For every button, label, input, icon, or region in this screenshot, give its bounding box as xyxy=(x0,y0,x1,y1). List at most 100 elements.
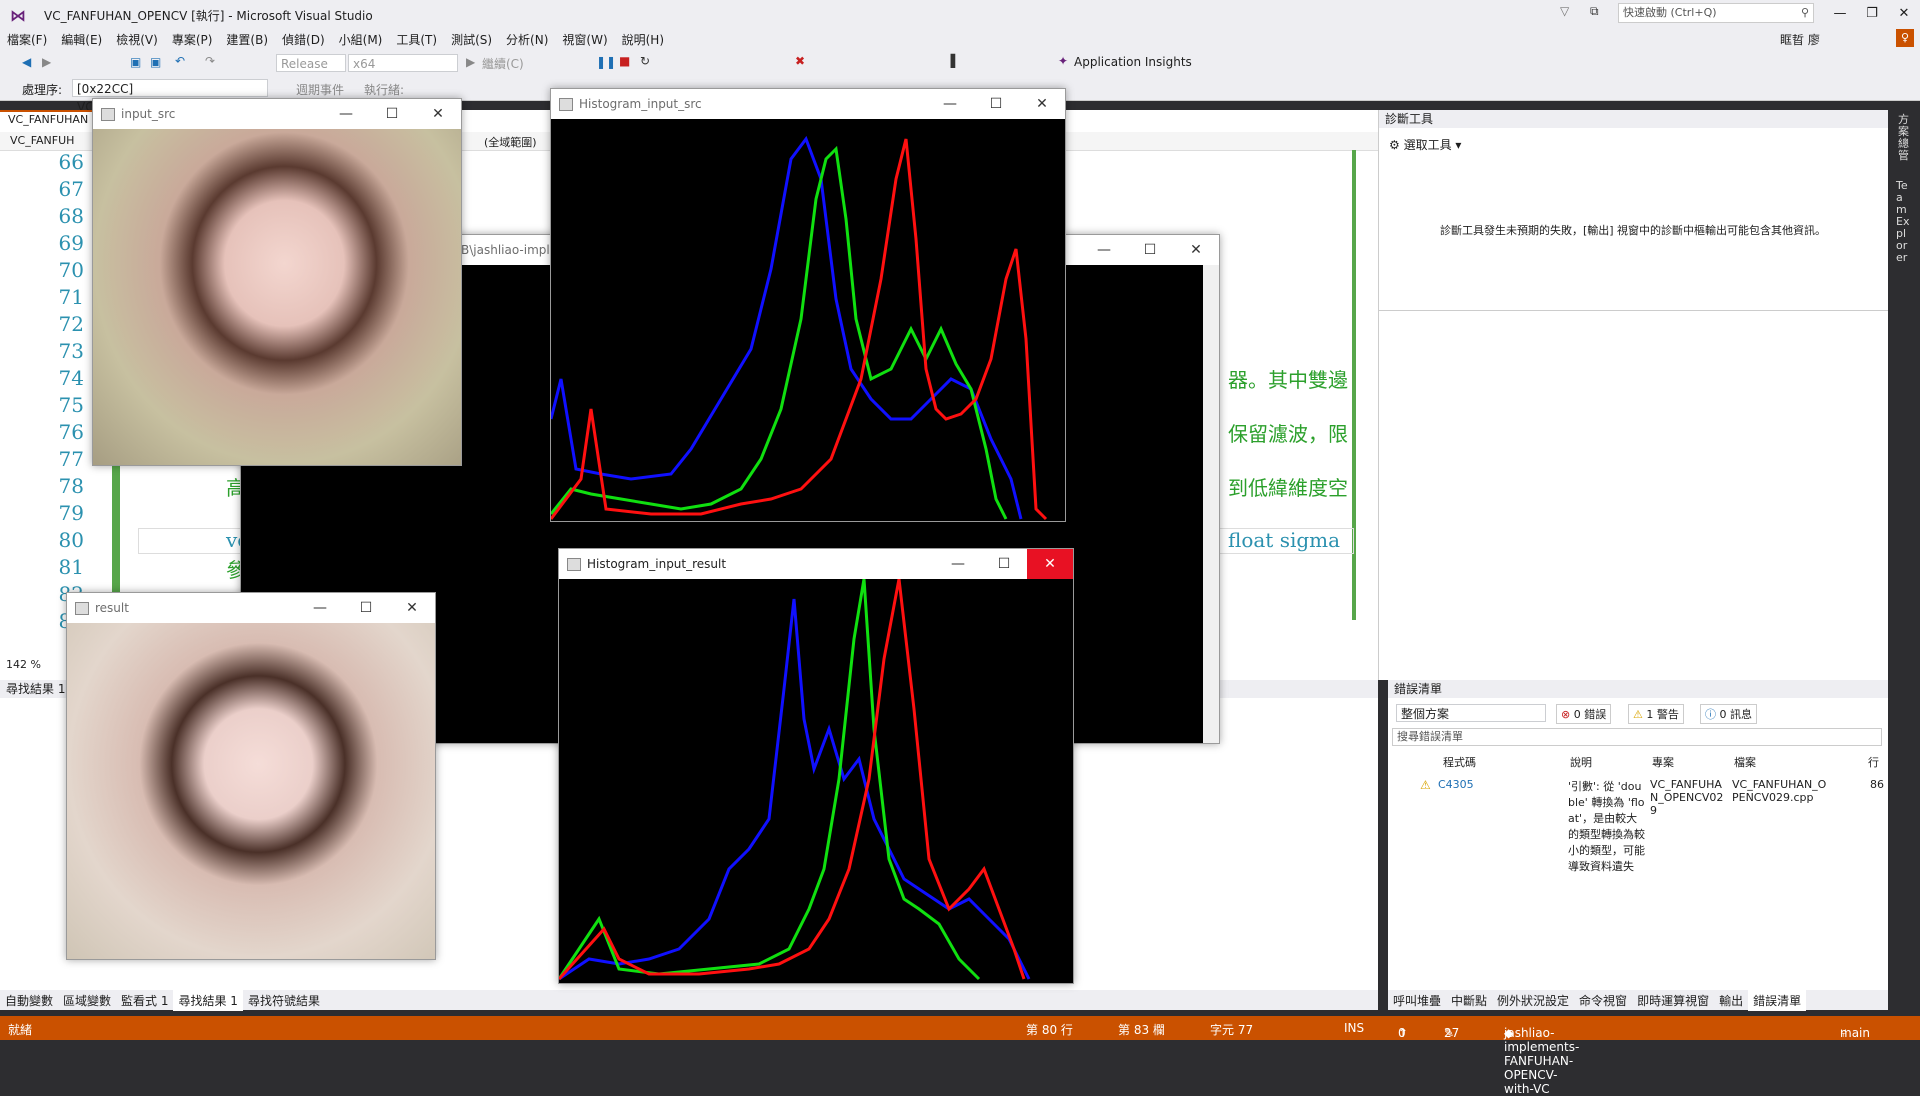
back-icon[interactable]: ◀ xyxy=(22,55,31,69)
code-fragment: 到低緯維度空 xyxy=(1228,476,1348,500)
maximize-button[interactable]: ☐ xyxy=(343,593,389,623)
forward-icon[interactable]: ▶ xyxy=(42,55,51,69)
restart-icon[interactable]: ↻ xyxy=(640,54,650,68)
redo-icon[interactable]: ↷ xyxy=(205,54,215,68)
menu-help[interactable]: 說明(H) xyxy=(615,28,671,51)
messages-filter-button[interactable]: ⓘ 0 訊息 xyxy=(1700,704,1757,724)
close-button[interactable]: ✕ xyxy=(1019,89,1065,119)
scope-dropdown[interactable]: (全域範圍) xyxy=(484,134,537,150)
user-name[interactable]: 眶晢 廖 xyxy=(1780,31,1820,48)
quick-launch-input[interactable]: 快速啟動 (Ctrl+Q) ⚲ xyxy=(1618,3,1814,23)
zoom-level[interactable]: 142 % xyxy=(6,658,41,671)
col-code[interactable]: 程式碼 xyxy=(1443,754,1476,770)
menu-window[interactable]: 視窗(W) xyxy=(555,28,614,51)
col-file[interactable]: 檔案 xyxy=(1734,754,1756,770)
minimize-button[interactable]: — xyxy=(1824,0,1856,28)
menu-team[interactable]: 小組(M) xyxy=(332,28,390,51)
save-icon[interactable]: ▣ xyxy=(130,55,141,69)
platform-dropdown[interactable]: x64 xyxy=(348,54,458,72)
code-fragment: 器。其中雙邊 xyxy=(1228,368,1348,392)
stop-icon[interactable]: ■ xyxy=(619,54,630,68)
result-titlebar: result — ☐ ✕ xyxy=(67,593,435,623)
input-src-window[interactable]: input_src — ☐ ✕ xyxy=(92,98,462,466)
menu-debug[interactable]: 偵錯(D) xyxy=(275,28,332,51)
maximize-button[interactable]: ☐ xyxy=(1127,235,1173,265)
info-icon: ⓘ xyxy=(1705,708,1720,721)
notification-icon[interactable]: ⧉ xyxy=(1590,4,1599,19)
select-tools-button[interactable]: ⚙ 選取工具 ▾ xyxy=(1389,136,1461,153)
close-button[interactable]: ✕ xyxy=(1888,0,1920,28)
col-project[interactable]: 專案 xyxy=(1652,754,1674,770)
maximize-button[interactable]: ☐ xyxy=(369,99,415,129)
config-dropdown[interactable]: Release xyxy=(276,54,346,72)
pause-icon[interactable]: ❚❚ xyxy=(596,55,616,69)
bookmark-icon[interactable]: ▐ xyxy=(946,54,955,68)
menu-build[interactable]: 建置(B) xyxy=(219,28,275,51)
filter-icon[interactable]: ▽ xyxy=(1560,4,1569,18)
tab-autos[interactable]: 自動變數 xyxy=(0,990,58,1011)
solution-explorer-tab[interactable]: 方案總管 xyxy=(1898,114,1910,162)
process-dropdown[interactable]: [0x22CC] VC_FANFUHAN_OPEN xyxy=(72,79,268,114)
close-button[interactable]: ✕ xyxy=(1027,549,1073,579)
account-badge[interactable]: ♀ xyxy=(1896,29,1914,47)
tab-command[interactable]: 命令視窗 xyxy=(1574,990,1632,1011)
menu-project[interactable]: 專案(P) xyxy=(165,28,220,51)
continue-button[interactable]: 繼續(C) xyxy=(482,55,524,72)
result-image xyxy=(67,623,435,959)
close-button[interactable]: ✕ xyxy=(415,99,461,129)
insights-icon[interactable]: ✦ xyxy=(1058,54,1068,68)
nav-dropdown[interactable]: VC_FANFUH xyxy=(10,134,74,147)
histogram-src-window[interactable]: Histogram_input_src — ☐ ✕ xyxy=(550,88,1066,522)
menu-test[interactable]: 測試(S) xyxy=(444,28,499,51)
histogram-result-titlebar: Histogram_input_result — ☐ ✕ xyxy=(559,549,1073,579)
gear-icon: ⚙ xyxy=(1389,138,1404,152)
close-button[interactable]: ✕ xyxy=(1173,235,1219,265)
line-number: 66 xyxy=(58,150,84,174)
menu-edit[interactable]: 編輯(E) xyxy=(54,28,109,51)
breakpoint-icon[interactable]: ✖ xyxy=(795,54,805,68)
col-line[interactable]: 行 xyxy=(1868,754,1879,770)
error-scope-dropdown[interactable]: 整個方案 xyxy=(1396,704,1546,722)
menu-view[interactable]: 檢視(V) xyxy=(109,28,165,51)
undo-icon[interactable]: ↶ xyxy=(175,54,185,68)
maximize-button[interactable]: ❐ xyxy=(1856,0,1888,28)
menu-analyze[interactable]: 分析(N) xyxy=(499,28,555,51)
close-button[interactable]: ✕ xyxy=(389,593,435,623)
tab-immediate[interactable]: 即時運算視窗 xyxy=(1632,990,1714,1011)
insights-button[interactable]: Application Insights xyxy=(1074,55,1192,69)
tab-locals[interactable]: 區域變數 xyxy=(58,990,116,1011)
menu-file[interactable]: 檔案(F) xyxy=(0,28,54,51)
status-repo-name: jashliao-implements-FANFUHAN-OPENCV-with… xyxy=(1504,1026,1580,1096)
editor-tab[interactable]: VC_FANFUHAN xyxy=(0,110,92,128)
team-explorer-tab[interactable]: Team Explorer xyxy=(1896,180,1910,264)
line-number: 80 xyxy=(58,528,84,552)
minimize-button[interactable]: — xyxy=(297,593,343,623)
errors-filter-button[interactable]: ⊗ 0 錯誤 xyxy=(1556,704,1612,724)
menu-tools[interactable]: 工具(T) xyxy=(389,28,444,51)
result-window[interactable]: result — ☐ ✕ xyxy=(66,592,436,960)
continue-icon[interactable]: ▶ xyxy=(466,55,475,69)
maximize-button[interactable]: ☐ xyxy=(973,89,1019,119)
lifecycle-button[interactable]: 週期事件 xyxy=(296,81,344,98)
maximize-button[interactable]: ☐ xyxy=(981,549,1027,579)
minimize-button[interactable]: — xyxy=(1081,235,1127,265)
error-code-link[interactable]: C4305 xyxy=(1438,778,1474,791)
error-description: '引數': 從 'double' 轉換為 'float'，是由較大的類型轉換為較… xyxy=(1568,780,1645,873)
minimize-button[interactable]: — xyxy=(935,549,981,579)
tab-output[interactable]: 輸出 xyxy=(1714,990,1748,1011)
minimize-button[interactable]: — xyxy=(323,99,369,129)
tab-watch[interactable]: 監看式 1 xyxy=(116,990,173,1011)
tab-find-symbol[interactable]: 尋找符號結果 xyxy=(243,990,325,1011)
warnings-filter-button[interactable]: ⚠ 1 警告 xyxy=(1628,704,1684,724)
tab-error-list[interactable]: 錯誤清單 xyxy=(1748,990,1807,1011)
tab-find-results[interactable]: 尋找結果 1 xyxy=(173,990,243,1011)
tab-exceptions[interactable]: 例外狀況設定 xyxy=(1492,990,1574,1011)
tab-call-stack[interactable]: 呼叫堆疊 xyxy=(1388,990,1446,1011)
error-search-input[interactable]: 搜尋錯誤清單 xyxy=(1392,728,1882,746)
save-all-icon[interactable]: ▣ xyxy=(150,55,161,69)
tab-breakpoints[interactable]: 中斷點 xyxy=(1446,990,1492,1011)
console-scrollbar[interactable] xyxy=(1203,265,1219,743)
col-description[interactable]: 說明 xyxy=(1570,754,1592,770)
minimize-button[interactable]: — xyxy=(927,89,973,119)
histogram-result-window[interactable]: Histogram_input_result — ☐ ✕ xyxy=(558,548,1074,984)
